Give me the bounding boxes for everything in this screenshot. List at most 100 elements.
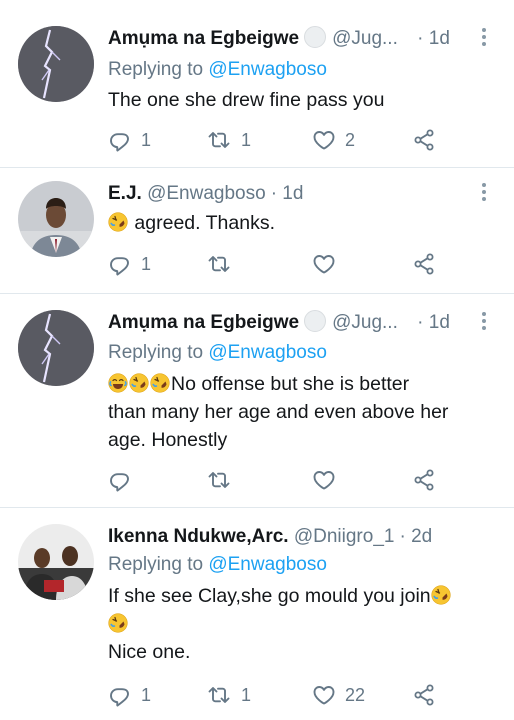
share-button[interactable]	[412, 466, 436, 494]
like-count: 22	[345, 684, 366, 705]
replying-label: Replying to	[108, 59, 204, 80]
timestamp[interactable]: · 2d	[399, 526, 432, 547]
mention-link[interactable]: @Enwagboso	[208, 342, 327, 363]
tweet-text: agreed. Thanks.	[108, 209, 275, 237]
retweet-button[interactable]: 1	[206, 681, 251, 709]
retweet-button[interactable]	[206, 466, 232, 494]
replying-to: Replying to @Enwagboso	[108, 552, 327, 578]
tweet[interactable]: Amụma na Egbeigwe @Jug... · 1d Replying t…	[0, 310, 514, 490]
like-button[interactable]: 2	[312, 126, 355, 154]
replying-label: Replying to	[108, 554, 204, 575]
rofl-emoji-icon	[108, 212, 128, 232]
share-button[interactable]	[412, 126, 436, 154]
like-icon	[312, 468, 336, 492]
tweet-text-line: than many her age and even above her	[108, 401, 449, 423]
share-icon	[412, 252, 436, 276]
reply-button[interactable]: 1	[108, 126, 151, 154]
rofl-emoji-icon	[150, 373, 170, 393]
reply-count: 1	[141, 253, 152, 274]
reply-icon	[108, 468, 132, 492]
username[interactable]: @Jug...	[332, 312, 398, 333]
reply-icon	[108, 683, 132, 707]
tweet[interactable]: E.J. @Enwagboso · 1d agreed. Thanks. 1	[0, 181, 514, 291]
more-icon[interactable]	[478, 28, 490, 52]
replying-label: Replying to	[108, 342, 204, 363]
retweet-button[interactable]	[206, 250, 232, 278]
mention-link[interactable]: @Enwagboso	[208, 59, 327, 80]
avatar[interactable]	[18, 181, 94, 257]
retweet-count: 1	[241, 684, 252, 705]
retweet-icon	[206, 468, 232, 492]
profile-photo	[18, 524, 94, 600]
tweet-text-content: agreed. Thanks.	[134, 212, 275, 234]
display-name[interactable]: Amụma na Egbeigwe	[108, 28, 299, 49]
divider	[0, 167, 514, 168]
divider	[0, 507, 514, 508]
retweet-button[interactable]: 1	[206, 126, 251, 154]
badge-icon	[304, 26, 327, 48]
tweet-text-line	[108, 610, 452, 638]
like-button[interactable]	[312, 250, 336, 278]
display-name[interactable]: E.J.	[108, 183, 142, 204]
display-name[interactable]: Ikenna Ndukwe,Arc.	[108, 526, 289, 547]
tweet-header: Amụma na Egbeigwe @Jug... · 1d	[108, 310, 450, 336]
reply-count: 1	[141, 684, 152, 705]
share-icon	[412, 128, 436, 152]
tweet-text: If she see Clay,she go mould you join Ni…	[108, 582, 452, 666]
tweet-header: Amụma na Egbeigwe @Jug... · 1d	[108, 26, 450, 52]
reply-button[interactable]	[108, 466, 132, 494]
share-icon	[412, 683, 436, 707]
mention-link[interactable]: @Enwagboso	[208, 554, 327, 575]
tweet-text-line: If she see Clay,she go mould you join	[108, 582, 452, 610]
retweet-icon	[206, 128, 232, 152]
rofl-emoji-icon	[129, 373, 149, 393]
reply-count: 1	[141, 129, 152, 150]
avatar[interactable]	[18, 26, 94, 102]
reply-button[interactable]: 1	[108, 681, 151, 709]
replying-to: Replying to @Enwagboso	[108, 340, 327, 366]
badge-icon	[304, 310, 327, 332]
timestamp[interactable]: · 1d	[417, 28, 450, 49]
like-icon	[312, 128, 336, 152]
tweet-text-content: If she see Clay,she go mould you join	[108, 585, 431, 607]
tweet-text-content: No offense but she is better	[171, 373, 410, 395]
username[interactable]: @Dniigro_1	[294, 526, 395, 547]
tweet-text-line: Nice one.	[108, 641, 191, 663]
display-name[interactable]: Amụma na Egbeigwe	[108, 312, 299, 333]
retweet-icon	[206, 252, 232, 276]
more-icon[interactable]	[478, 312, 490, 336]
share-button[interactable]	[412, 681, 436, 709]
timestamp[interactable]: · 1d	[271, 183, 304, 204]
username[interactable]: @Jug...	[332, 28, 398, 49]
retweet-count: 1	[241, 129, 252, 150]
rofl-emoji-icon	[108, 613, 128, 633]
like-count: 2	[345, 129, 356, 150]
tweet-text: No offense but she is better than many h…	[108, 370, 448, 454]
tweet-text-line: No offense but she is better	[108, 370, 448, 398]
tweet[interactable]: Ikenna Ndukwe,Arc. @Dniigro_1 · 2d Replyi…	[0, 524, 514, 714]
like-icon	[312, 252, 336, 276]
avatar[interactable]	[18, 310, 94, 386]
tweet[interactable]: Amụma na Egbeigwe @Jug... · 1d Replying t…	[0, 26, 514, 156]
avatar[interactable]	[18, 524, 94, 600]
divider	[0, 293, 514, 294]
rofl-emoji-icon	[431, 585, 451, 605]
lightning-avatar-image	[18, 310, 94, 386]
tweet-text-line: age. Honestly	[108, 429, 228, 451]
share-button[interactable]	[412, 250, 436, 278]
lightning-avatar-image	[18, 26, 94, 102]
like-button[interactable]	[312, 466, 336, 494]
tweet-header: E.J. @Enwagboso · 1d	[108, 181, 303, 207]
username[interactable]: @Enwagboso	[147, 183, 266, 204]
timestamp[interactable]: · 1d	[417, 312, 450, 333]
tweet-text-content: The one she drew fine pass you	[108, 89, 385, 111]
like-button[interactable]: 22	[312, 681, 365, 709]
replying-to: Replying to @Enwagboso	[108, 57, 327, 83]
reply-button[interactable]: 1	[108, 250, 151, 278]
more-icon[interactable]	[478, 183, 490, 207]
reply-icon	[108, 128, 132, 152]
reply-icon	[108, 252, 132, 276]
share-icon	[412, 468, 436, 492]
joy-emoji-icon	[108, 373, 128, 393]
profile-photo	[18, 181, 94, 257]
